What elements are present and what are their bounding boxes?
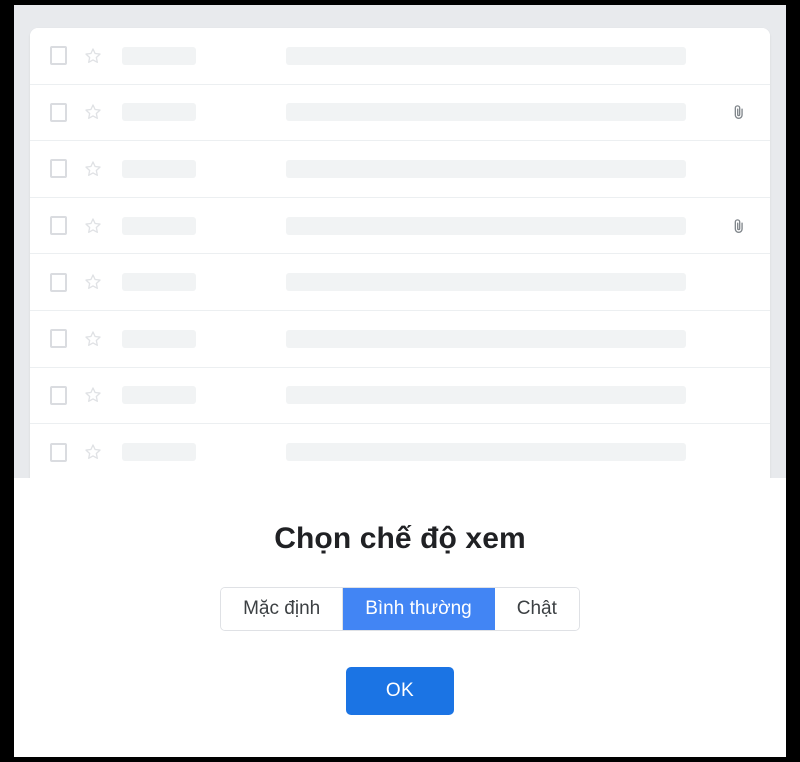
sender-placeholder xyxy=(122,273,196,292)
density-option-0[interactable]: Mặc định xyxy=(221,588,344,630)
subject-placeholder xyxy=(286,329,686,348)
view-density-dialog: Chọn chế độ xem Mặc định Bình thường Chật … xyxy=(14,478,786,757)
subject-placeholder xyxy=(286,159,686,178)
table-row[interactable] xyxy=(30,254,770,311)
table-row[interactable] xyxy=(30,310,770,368)
dialog-title: Chọn chế độ xem xyxy=(274,522,526,555)
star-icon[interactable] xyxy=(83,159,103,179)
checkbox-icon[interactable] xyxy=(50,385,67,405)
table-row[interactable] xyxy=(30,424,770,478)
checkbox-icon[interactable] xyxy=(50,46,67,66)
subject-placeholder xyxy=(286,443,686,462)
email-list-panel xyxy=(30,28,770,478)
checkbox-icon[interactable] xyxy=(50,442,67,462)
dialog-actions: OK xyxy=(14,631,786,715)
table-row[interactable] xyxy=(30,28,770,85)
density-option-2[interactable]: Chật xyxy=(494,588,579,630)
checkbox-icon[interactable] xyxy=(50,159,67,179)
table-row[interactable] xyxy=(30,197,770,255)
density-option-1[interactable]: Bình thường xyxy=(343,588,495,630)
table-row[interactable] xyxy=(30,367,770,425)
paperclip-icon xyxy=(729,103,748,122)
star-icon[interactable] xyxy=(83,102,103,122)
sender-placeholder xyxy=(122,386,196,405)
paperclip-icon xyxy=(729,216,748,235)
density-segmented-control[interactable]: Mặc định Bình thường Chật xyxy=(220,587,580,631)
subject-placeholder xyxy=(286,273,686,292)
star-icon[interactable] xyxy=(83,216,103,236)
checkbox-icon[interactable] xyxy=(50,329,67,349)
email-list-region xyxy=(14,5,786,478)
star-icon[interactable] xyxy=(83,272,103,292)
sender-placeholder xyxy=(122,443,196,462)
sender-placeholder xyxy=(122,159,196,178)
checkbox-icon[interactable] xyxy=(50,216,67,236)
ok-button[interactable]: OK xyxy=(346,667,454,715)
sender-placeholder xyxy=(122,46,196,65)
checkbox-icon[interactable] xyxy=(50,102,67,122)
star-icon[interactable] xyxy=(83,442,103,462)
sender-placeholder xyxy=(122,103,196,122)
screenshot-frame: Chọn chế độ xem Mặc định Bình thường Chật … xyxy=(0,0,800,762)
subject-placeholder xyxy=(286,46,686,65)
subject-placeholder xyxy=(286,103,686,122)
star-icon[interactable] xyxy=(83,329,103,349)
sender-placeholder xyxy=(122,216,196,235)
sender-placeholder xyxy=(122,329,196,348)
subject-placeholder xyxy=(286,216,686,235)
table-row[interactable] xyxy=(30,84,770,142)
star-icon[interactable] xyxy=(83,46,103,66)
checkbox-icon[interactable] xyxy=(50,272,67,292)
table-row[interactable] xyxy=(30,141,770,198)
star-icon[interactable] xyxy=(83,385,103,405)
subject-placeholder xyxy=(286,386,686,405)
